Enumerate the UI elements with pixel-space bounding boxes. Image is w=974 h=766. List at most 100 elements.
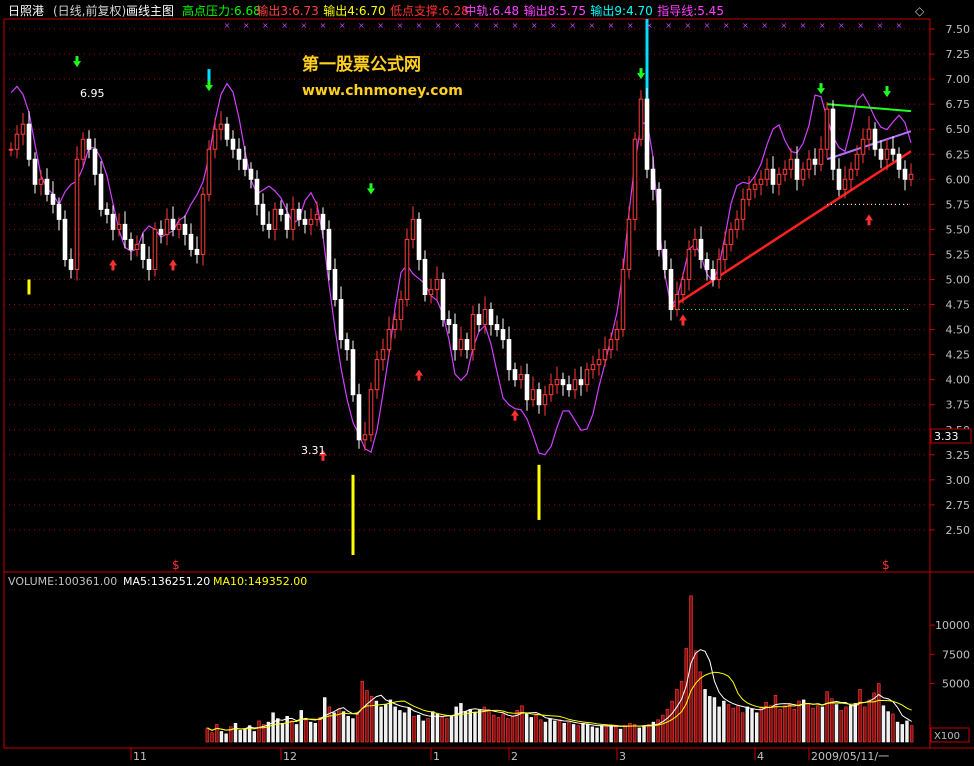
candle-body-58 [356, 394, 362, 441]
buy-arrow-icon-6 [865, 214, 873, 221]
volume-bar-131 [820, 706, 825, 743]
candle-body-27 [170, 218, 176, 230]
volume-bar-107 [708, 696, 712, 743]
candle-body-109 [662, 248, 668, 270]
volume-bar-57 [473, 712, 477, 743]
candle-body-75 [458, 339, 464, 351]
top-tick-marker-1: × [243, 21, 250, 30]
candle-body-28 [176, 223, 182, 230]
volume-bar-65 [510, 715, 515, 743]
top-tick-marker-34: × [876, 21, 883, 30]
price-tick-0: 2.50 [946, 524, 971, 537]
volume-bar-46 [421, 720, 426, 743]
volume-bar-85 [604, 724, 609, 743]
top-tick-marker-32: × [838, 21, 845, 30]
volume-bar-50 [440, 717, 444, 743]
month-label-6: 2009/05/11/一 [811, 750, 889, 763]
volume-bar-71 [539, 719, 543, 743]
volume-bar-18 [290, 720, 294, 743]
candle-body-25 [158, 228, 164, 235]
volume-bar-29 [341, 711, 346, 743]
price-tick-1: 2.75 [946, 499, 971, 512]
candle-body-136 [824, 108, 830, 150]
price-tick-14: 6.00 [946, 173, 971, 186]
candle-body-88 [536, 389, 542, 406]
volume-bar-92 [637, 727, 642, 743]
top-tick-marker-21: × [627, 21, 634, 30]
header-item-1: 输出3:6.73 [256, 3, 318, 18]
volume-bar-63 [501, 713, 505, 743]
header-item-2: 输出4:6.70 [323, 3, 385, 18]
buy-arrow-stem-3 [417, 375, 421, 381]
volume-bar-88 [618, 728, 623, 743]
price-tick-12: 5.50 [946, 223, 971, 236]
header-item-6: 输出9:4.70 [590, 3, 652, 18]
top-tick-marker-11: × [435, 21, 442, 30]
volume-bar-115 [745, 706, 750, 743]
buy-arrow-icon-1 [169, 259, 177, 266]
candle-body-150 [908, 173, 914, 180]
volume-bar-141 [867, 699, 872, 743]
candle-body-105 [638, 98, 644, 140]
volume-bar-45 [416, 714, 421, 743]
volume-bar-76 [562, 722, 566, 743]
volume-bar-135 [839, 710, 843, 743]
candle-body-74 [452, 324, 458, 351]
header-item-7: 指导线:5.45 [657, 3, 724, 18]
top-tick-marker-6: × [339, 21, 346, 30]
price-tick-16: 6.50 [946, 123, 971, 136]
volume-bar-38 [384, 704, 388, 743]
low-label: 3.31 [301, 444, 326, 457]
volume-bar-125 [792, 708, 796, 743]
stock-chart[interactable]: 日照港 (日线,前复权) 画线主图 高点压力:6.68输出3:6.73 输出4:6… [0, 0, 974, 766]
price-tick-6: 4.00 [946, 374, 971, 387]
volume-bar-99 [670, 700, 674, 743]
marker-1: $ [172, 558, 180, 572]
candle-body-107 [650, 168, 656, 190]
chart-header: 日照港 (日线,前复权) 画线主图 高点压力:6.68输出3:6.73 输出4:6… [8, 3, 925, 18]
candle-body-113 [686, 248, 692, 280]
volume-bar-148 [900, 724, 904, 743]
sell-arrow-stem-3 [639, 68, 643, 74]
candle-body-64 [392, 319, 398, 331]
volume-bar-69 [529, 717, 534, 743]
candle-body-83 [506, 339, 512, 371]
volume-bar-37 [379, 706, 383, 743]
indicator-name[interactable]: 画线主图 [126, 4, 174, 18]
volume-ma-lines [207, 649, 912, 731]
stock-name[interactable]: 日照港 [8, 4, 44, 18]
volume-bar-14 [271, 712, 275, 743]
watermark-title: 第一股票公式网 [302, 54, 421, 75]
candle-body-104 [632, 138, 638, 220]
candle-body-99 [602, 349, 608, 361]
volume-bar-40 [393, 706, 397, 743]
vol-tick-2: 10000 [935, 619, 970, 632]
top-tick-marker-28: × [761, 21, 768, 30]
close-icon[interactable]: ◇ [915, 4, 925, 18]
candle-body-96 [584, 369, 590, 386]
candle-body-116 [704, 258, 710, 270]
volume-bar-44 [412, 715, 416, 743]
candle-body-18 [116, 223, 122, 230]
volume-bar-112 [731, 707, 735, 743]
volume-bar-78 [571, 724, 576, 743]
volume-bar-32 [355, 713, 360, 743]
candle-body-149 [902, 168, 908, 180]
top-tick-marker-22: × [646, 21, 653, 30]
volume-bar-146 [891, 713, 895, 743]
volume-bar-93 [642, 726, 646, 743]
volume-bar-33 [360, 680, 365, 743]
candle-body-40 [248, 168, 254, 180]
sell-arrow-icon-0 [73, 61, 81, 68]
volume-bar-106 [703, 689, 707, 743]
candle-body-12 [80, 138, 86, 160]
top-tick-marker-17: × [550, 21, 557, 30]
candle-body-6 [44, 178, 50, 195]
price-tick-20: 7.50 [946, 23, 971, 36]
volume-bar-126 [797, 700, 801, 743]
buy-arrow-icon-0 [109, 259, 117, 266]
candle-body-128 [776, 173, 782, 185]
volume-bar-108 [712, 697, 717, 743]
buy-arrow-icon-4 [511, 409, 519, 416]
price-tick-13: 5.75 [946, 198, 971, 211]
